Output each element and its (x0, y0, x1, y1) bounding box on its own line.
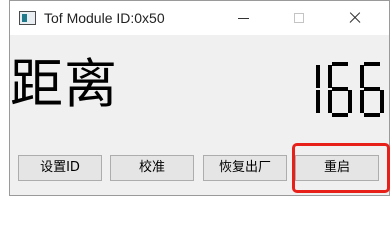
window-title: Tof Module ID:0x50 (44, 10, 165, 26)
lcd-segment (316, 90, 320, 113)
app-window-icon (19, 11, 36, 25)
lcd-segment (380, 90, 384, 113)
close-button[interactable] (332, 1, 378, 35)
title-bar[interactable]: Tof Module ID:0x50 (10, 1, 389, 35)
distance-lcd-display (316, 62, 384, 117)
maximize-button[interactable] (276, 1, 322, 35)
lcd-segment (364, 113, 380, 117)
minimize-button[interactable] (221, 1, 267, 35)
lcd-segment (328, 65, 332, 88)
annotation-highlight-box (292, 143, 390, 193)
lcd-segment (360, 65, 364, 88)
lcd-digit (328, 62, 352, 117)
lcd-segment (328, 90, 332, 113)
minimize-icon (238, 18, 249, 19)
factory-reset-button[interactable]: 恢复出厂 (203, 155, 287, 181)
close-icon (348, 11, 362, 25)
lcd-segment (332, 87, 348, 91)
lcd-digit (316, 65, 320, 113)
lcd-segment (332, 62, 348, 66)
distance-label: 距离 (10, 54, 118, 115)
calibrate-button[interactable]: 校准 (110, 155, 194, 181)
lcd-digit (360, 62, 384, 117)
lcd-segment (348, 90, 352, 113)
maximize-icon (294, 13, 304, 23)
lcd-segment (332, 113, 348, 117)
lcd-segment (364, 62, 380, 66)
set-id-button[interactable]: 设置ID (18, 155, 102, 181)
lcd-segment (316, 65, 320, 88)
lcd-segment (360, 90, 364, 113)
lcd-segment (364, 87, 380, 91)
